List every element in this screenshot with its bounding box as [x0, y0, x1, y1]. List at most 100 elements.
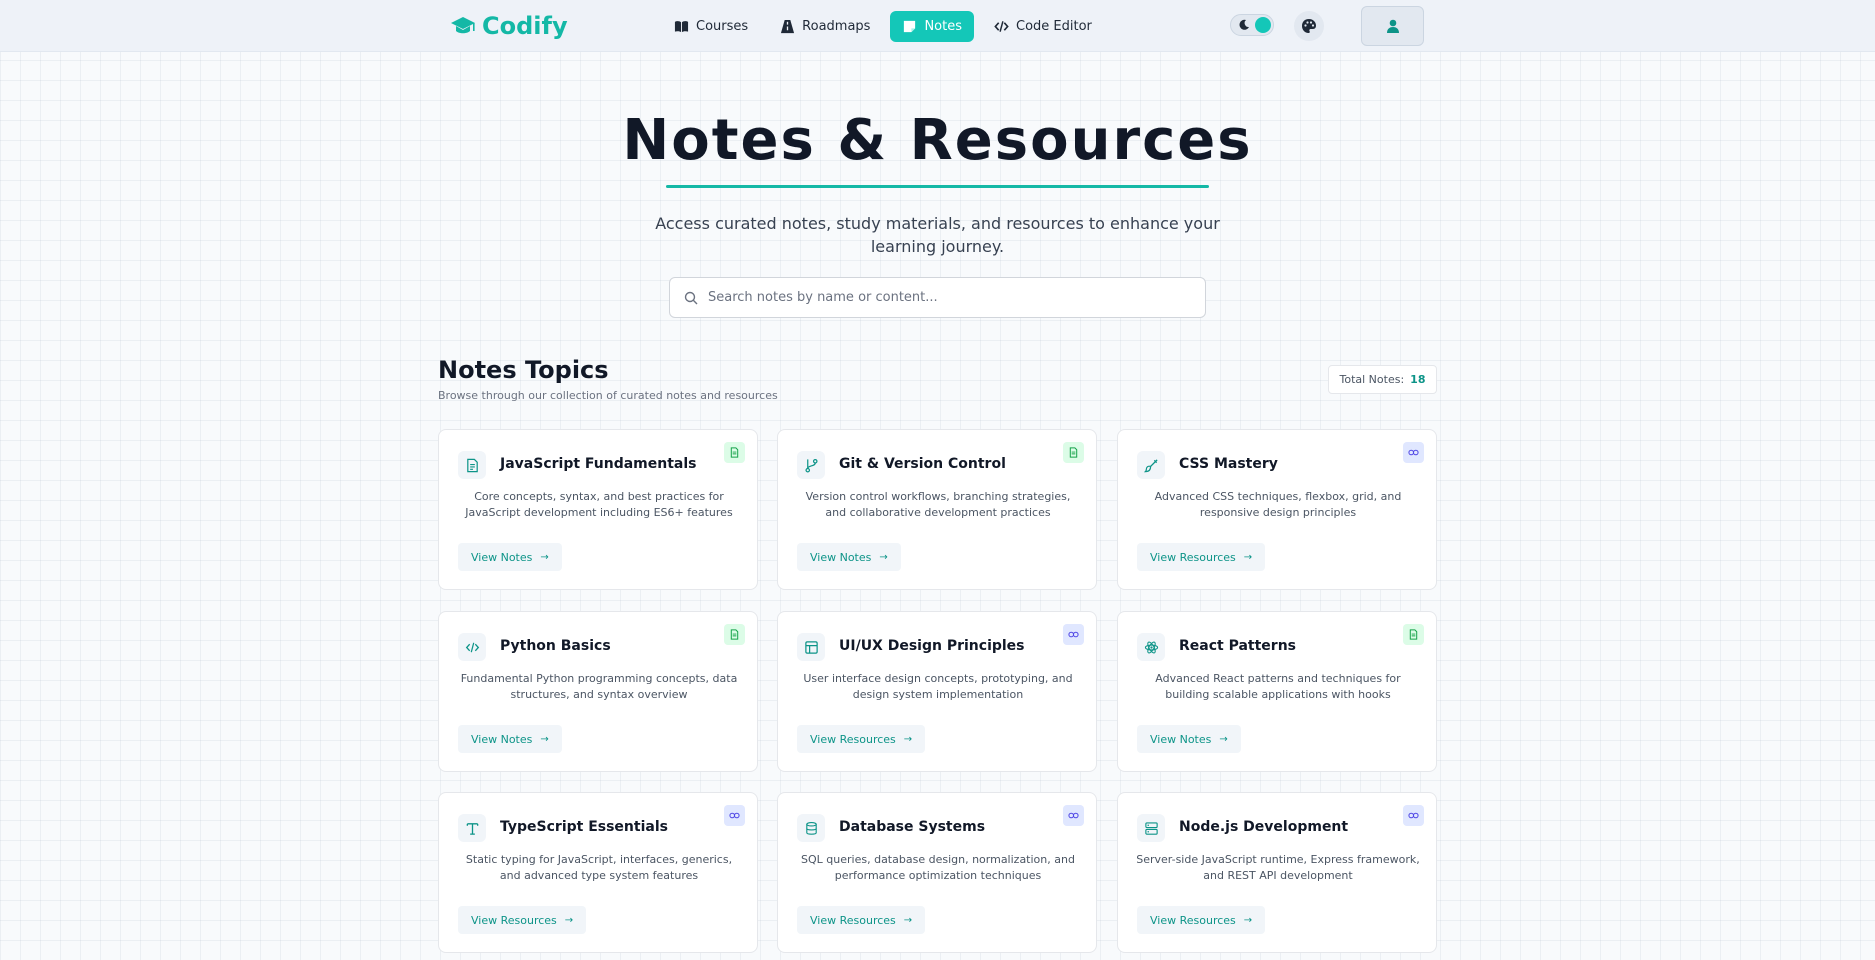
card-type-badge	[1403, 805, 1424, 826]
card-title: Database Systems	[839, 819, 986, 835]
button-label: View Notes	[471, 550, 533, 564]
note-card: Node.js Development Server-side JavaScri…	[1117, 792, 1437, 953]
card-type-badge	[1063, 442, 1084, 463]
card-title: JavaScript Fundamentals	[500, 456, 697, 472]
card-title: Node.js Development	[1179, 819, 1349, 835]
card-description: Advanced React patterns and techniques f…	[1155, 672, 1401, 701]
total-notes-badge: Total Notes: 18	[1328, 365, 1437, 394]
arrow-right-icon: →	[540, 733, 549, 745]
document-icon	[1069, 447, 1078, 458]
section-title: Notes Topics	[438, 356, 609, 384]
card-icon	[797, 633, 825, 661]
nav-link-courses[interactable]: Courses	[662, 11, 760, 42]
card-type-badge	[1063, 624, 1084, 645]
nav-link-label: Notes	[924, 19, 962, 34]
view-notes-button[interactable]: View Notes →	[797, 543, 901, 571]
page-title: Notes & Resources	[622, 108, 1253, 173]
view-notes-button[interactable]: View Notes →	[458, 543, 562, 571]
database-icon	[805, 821, 817, 835]
search-icon	[684, 291, 698, 305]
search-bar	[669, 277, 1206, 318]
card-description: Static typing for JavaScript, interfaces…	[465, 853, 733, 882]
arrow-right-icon: →	[1243, 551, 1253, 563]
card-title: Git & Version Control	[839, 456, 1006, 472]
card-description: Server-side JavaScript runtime, Express …	[1136, 853, 1420, 882]
card-description: Version control workflows, branching str…	[805, 490, 1071, 519]
theme-palette-button[interactable]	[1294, 11, 1324, 41]
user-menu-button[interactable]	[1361, 6, 1424, 46]
button-label: View Notes	[471, 732, 533, 746]
card-icon	[1137, 814, 1165, 842]
brand-name: Codify	[482, 12, 568, 40]
card-type-badge	[1403, 442, 1424, 463]
button-label: View Notes	[1150, 732, 1212, 746]
title-underline	[666, 185, 1209, 188]
server-icon	[1144, 821, 1158, 835]
card-type-badge	[724, 805, 745, 826]
note-card: Database Systems SQL queries, database d…	[777, 792, 1097, 953]
card-type-badge	[724, 442, 745, 463]
road-icon	[781, 19, 795, 34]
total-notes-label: Total Notes:	[1339, 373, 1405, 386]
file-text-icon	[466, 458, 478, 472]
note-card: Git & Version Control Version control wo…	[777, 429, 1097, 590]
total-notes-count: 18	[1410, 373, 1426, 386]
type-icon	[466, 822, 478, 835]
moon-icon	[1239, 19, 1249, 30]
note-card: Python Basics Fundamental Python program…	[438, 611, 758, 772]
card-description: Core concepts, syntax, and best practice…	[465, 490, 733, 519]
document-icon	[730, 629, 739, 640]
arrow-right-icon: →	[564, 914, 574, 926]
nav-link-roadmaps[interactable]: Roadmaps	[768, 11, 882, 42]
link-icon	[1068, 631, 1079, 638]
search-input[interactable]	[708, 278, 1198, 317]
card-title: React Patterns	[1179, 638, 1297, 654]
arrow-right-icon: →	[1243, 914, 1253, 926]
view-notes-button[interactable]: View Notes →	[458, 725, 562, 753]
arrow-right-icon: →	[879, 551, 888, 563]
note-card: JavaScript Fundamentals Core concepts, s…	[438, 429, 758, 590]
code-icon	[994, 21, 1009, 32]
nav-link-code-editor[interactable]: Code Editor	[982, 11, 1104, 42]
view-resources-button[interactable]: View Resources →	[797, 906, 926, 934]
card-description: User interface design concepts, prototyp…	[803, 672, 1073, 701]
graduation-cap-icon	[451, 17, 475, 34]
button-label: View Resources	[1150, 550, 1236, 564]
card-title: CSS Mastery	[1179, 456, 1278, 472]
view-notes-button[interactable]: View Notes →	[1137, 725, 1241, 753]
card-description: Fundamental Python programming concepts,…	[460, 672, 738, 701]
nav-link-label: Code Editor	[1016, 19, 1092, 34]
note-card: UI/UX Design Principles User interface d…	[777, 611, 1097, 772]
button-label: View Resources	[1150, 913, 1236, 927]
link-icon	[1408, 812, 1419, 819]
arrow-right-icon: →	[903, 733, 913, 745]
view-resources-button[interactable]: View Resources →	[1137, 906, 1266, 934]
view-resources-button[interactable]: View Resources →	[458, 906, 587, 934]
card-description: SQL queries, database design, normalizat…	[801, 853, 1075, 882]
button-label: View Notes	[810, 550, 872, 564]
button-label: View Resources	[810, 913, 896, 927]
arrow-right-icon: →	[903, 914, 913, 926]
toggle-knob	[1255, 17, 1271, 33]
card-type-badge	[724, 624, 745, 645]
note-card: CSS Mastery Advanced CSS techniques, fle…	[1117, 429, 1437, 590]
link-icon	[1068, 812, 1079, 819]
palette-icon	[1302, 19, 1316, 33]
nav-link-notes[interactable]: Notes	[890, 11, 974, 42]
note-card: React Patterns Advanced React patterns a…	[1117, 611, 1437, 772]
button-label: View Resources	[471, 913, 557, 927]
card-icon	[1137, 451, 1165, 479]
sticky-note-icon	[904, 20, 916, 33]
theme-toggle[interactable]	[1230, 14, 1274, 36]
code-icon	[465, 642, 479, 652]
view-resources-button[interactable]: View Resources →	[797, 725, 926, 753]
nav-links: Courses Roadmaps Notes Code Editor	[662, 11, 1104, 42]
brand-logo[interactable]: Codify	[450, 12, 568, 40]
card-icon	[458, 814, 486, 842]
arrow-right-icon: →	[1219, 733, 1228, 745]
user-icon	[1386, 19, 1399, 33]
atom-icon	[1144, 641, 1158, 653]
view-resources-button[interactable]: View Resources →	[1137, 543, 1266, 571]
link-icon	[1408, 449, 1419, 456]
arrow-right-icon: →	[540, 551, 549, 563]
